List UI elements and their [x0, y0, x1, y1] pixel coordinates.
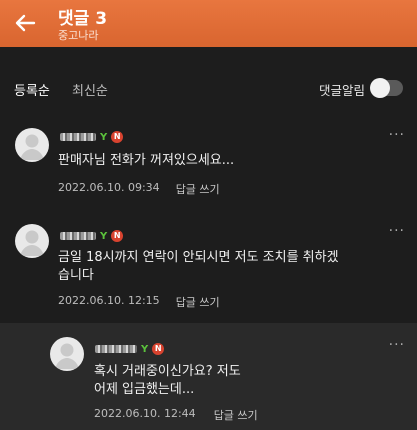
toggle-knob	[370, 78, 390, 98]
more-options-icon[interactable]: ···	[389, 223, 405, 239]
more-options-icon[interactable]: ···	[389, 337, 405, 353]
nickname-masked	[95, 345, 137, 353]
new-badge: N	[111, 131, 124, 143]
reply-link[interactable]: 답글 쓰기	[176, 181, 220, 197]
member-grade-icon: Y	[100, 131, 108, 143]
comment-notify-label: 댓글알림	[318, 83, 365, 98]
nickname[interactable]: Y N	[60, 230, 124, 242]
comment-meta: 2022.06.10. 12:44 답글 쓰기	[94, 407, 258, 423]
member-grade-icon: Y	[100, 230, 108, 242]
comment-text: 판매자님 전화가 꺼져있으세요...	[58, 153, 235, 168]
comment-text: 혹시 거래중이신가요? 저도 어제 입금했는데...	[94, 364, 241, 397]
comment-date: 2022.06.10. 12:15	[58, 294, 160, 307]
more-options-icon[interactable]: ···	[389, 127, 405, 143]
comment-item: Y N ··· 판매자님 전화가 꺼져있으세요... 2022.06.10. 0…	[0, 127, 417, 213]
comment-meta: 2022.06.10. 09:34 답글 쓰기	[58, 181, 220, 197]
sort-bar: 등록순 최신순 댓글알림	[0, 47, 417, 127]
comment-text: 금일 18시까지 연락이 안되시면 저도 조치를 취하겠습니다	[58, 250, 339, 283]
comment-meta: 2022.06.10. 12:15 답글 쓰기	[58, 294, 220, 310]
member-grade-icon: Y	[141, 343, 149, 355]
reply-link[interactable]: 답글 쓰기	[176, 294, 220, 310]
comment-date: 2022.06.10. 12:44	[94, 407, 196, 420]
sort-newest-tab[interactable]: 최신순	[72, 80, 108, 99]
page-title: 댓글 3	[58, 9, 108, 29]
cafe-name: 중고나라	[58, 29, 99, 42]
nickname[interactable]: Y N	[95, 343, 165, 355]
nickname-masked	[60, 232, 96, 240]
new-badge: N	[111, 230, 124, 242]
comment-date: 2022.06.10. 09:34	[58, 181, 160, 194]
avatar[interactable]	[50, 337, 84, 371]
new-badge: N	[152, 343, 165, 355]
avatar[interactable]	[15, 224, 49, 258]
comment-notify-toggle[interactable]	[370, 78, 403, 98]
avatar[interactable]	[15, 128, 49, 162]
back-arrow-icon[interactable]	[12, 10, 38, 36]
reply-link[interactable]: 답글 쓰기	[214, 407, 258, 423]
nickname[interactable]: Y N	[60, 131, 124, 143]
app-bar: 댓글 3 중고나라	[0, 0, 417, 47]
sort-registered-tab[interactable]: 등록순	[14, 80, 50, 99]
comment-item: Y N ··· 금일 18시까지 연락이 안되시면 저도 조치를 취하겠습니다 …	[0, 213, 417, 323]
nickname-masked	[60, 133, 96, 141]
reply-comment-item: Y N ··· 혹시 거래중이신가요? 저도 어제 입금했는데... 2022.…	[0, 323, 417, 430]
